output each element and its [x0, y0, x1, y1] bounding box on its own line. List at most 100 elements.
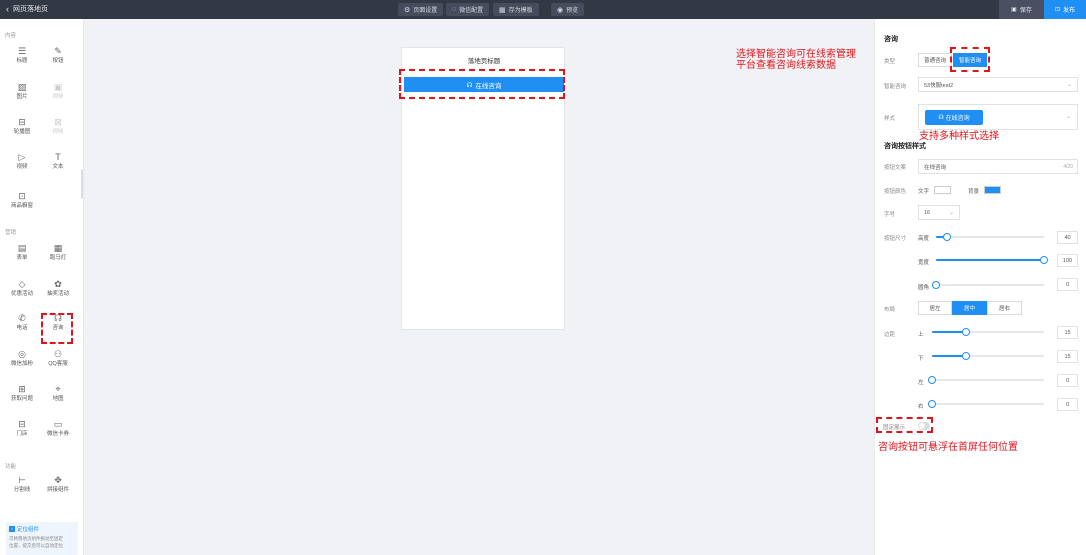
card-icon: ▭	[53, 419, 63, 429]
margin-bottom-slider[interactable]	[932, 352, 1044, 360]
component-item[interactable]: ▨ 图片	[2, 81, 42, 109]
component-item[interactable]: ⊢ 分割线	[2, 474, 42, 502]
divider-icon: ⊢	[18, 475, 26, 485]
slider-knob[interactable]	[932, 281, 940, 289]
margin-top-input[interactable]: 15	[1057, 326, 1078, 339]
publish-button[interactable]: ⊡ 发布	[1044, 0, 1086, 19]
wechat-config-button[interactable]: ◌ 微信配置	[446, 3, 490, 16]
style-label: 样式	[884, 116, 896, 122]
component-item[interactable]: ⌖ 地图	[38, 383, 78, 411]
preview-label: 预览	[566, 8, 579, 14]
align-label: 布局	[884, 307, 896, 313]
slider-knob[interactable]	[928, 400, 936, 408]
save-button[interactable]: ▣ 保存	[999, 0, 1044, 19]
component-item[interactable]: ▤ 表单	[2, 242, 42, 270]
height-input[interactable]: 40	[1057, 231, 1078, 244]
annotation-box-smart-type	[950, 47, 990, 72]
page-settings-button[interactable]: ⚙ 页面设置	[398, 3, 444, 16]
style-select[interactable]: ☊ 在线咨询 ⌄	[918, 104, 1078, 130]
slider-knob[interactable]	[942, 233, 951, 241]
width-label: 宽度	[918, 260, 930, 266]
margin-left-slider[interactable]	[928, 376, 1044, 384]
slider-knob[interactable]	[961, 352, 970, 360]
slider-track	[932, 403, 1044, 405]
component-item[interactable]: ☰ 标题	[2, 45, 42, 73]
button-size-label: 按钮尺寸	[884, 236, 907, 242]
wechat-icon: ◌	[452, 6, 457, 13]
component-item[interactable]: ⊡ 商品橱窗	[2, 190, 42, 218]
radius-input[interactable]: 0	[1057, 278, 1078, 291]
component-item[interactable]: ⚇ QQ客服	[38, 348, 78, 376]
component-item[interactable]: ▷ 视频	[2, 151, 42, 179]
chevron-down-icon: ⌄	[1065, 114, 1071, 120]
component-item[interactable]: ⊞ 获取问题	[2, 383, 42, 411]
text-color-label: 文字	[918, 189, 930, 195]
wechat-fan-icon: ◎	[18, 349, 26, 359]
save-icon: ▣	[1011, 7, 1017, 13]
width-input[interactable]: 100	[1057, 254, 1078, 267]
component-label: 视频	[16, 164, 28, 170]
bg-color-swatch[interactable]	[984, 186, 1001, 194]
component-label: 跑马灯	[49, 255, 67, 261]
component-label: 分割线	[13, 487, 31, 493]
sidebar-scrollbar[interactable]	[81, 169, 83, 199]
component-item[interactable]: ✿ 抽奖活动	[38, 278, 78, 306]
component-label: 按钮	[52, 58, 64, 64]
component-item[interactable]: T 文本	[38, 151, 78, 179]
component-item[interactable]: ⊠ 视频	[38, 116, 78, 144]
smart-consult-label: 智能咨询	[884, 84, 907, 90]
component-item[interactable]: ✆ 电话	[2, 312, 42, 340]
smart-consult-select[interactable]: 53快服test2 ⌄	[918, 77, 1078, 92]
text-color-swatch[interactable]	[934, 186, 951, 194]
position-component-notice: i 定位组件 可将落地页组件拖动至固定 位置，提交后可以自动定位	[6, 522, 78, 555]
chevron-down-icon: ⌄	[948, 210, 954, 216]
component-item[interactable]: ◇ 优惠活动	[2, 278, 42, 306]
section-marketing-title: 营销	[5, 230, 17, 236]
component-sidebar: 内容 营销 功能 ☰ 标题 ✎ 按钮 ▨ 图片 ▣ 视频 ⊟ 轮播图 ⊠ 视频 ▷ 视频 T 文本 ⊡ 商品橱窗 ▤…	[0, 19, 84, 555]
component-item[interactable]: ▦ 跑马灯	[38, 242, 78, 270]
component-label: 电话	[16, 325, 28, 331]
component-item[interactable]: ✎ 按钮	[38, 45, 78, 73]
type-normal-button[interactable]: 普通咨询	[918, 53, 952, 67]
margin-left-input[interactable]: 0	[1057, 374, 1078, 387]
margin-right-input[interactable]: 0	[1057, 398, 1078, 411]
component-item[interactable]: ✥ 拼接组件	[38, 474, 78, 502]
margin-right-label: 右	[918, 404, 924, 410]
notice-body: 可将落地页组件拖动至固定 位置，提交后可以自动定位	[9, 535, 75, 549]
component-item[interactable]: ⊟ 轮播图	[2, 116, 42, 144]
width-slider[interactable]	[936, 256, 1048, 264]
font-size-select[interactable]: 16 ⌄	[918, 205, 960, 220]
puzzle-icon: ✥	[54, 475, 62, 485]
margin-top-slider[interactable]	[932, 328, 1044, 336]
margin-bottom-input[interactable]: 15	[1057, 350, 1078, 363]
margin-right-slider[interactable]	[928, 400, 1044, 408]
slider-knob[interactable]	[961, 328, 970, 336]
component-item[interactable]: ▣ 视频	[38, 81, 78, 109]
store-icon: ⊟	[18, 419, 26, 429]
component-label: 门店	[16, 431, 28, 437]
component-item[interactable]: ◎ 微信加粉	[2, 348, 42, 376]
radius-slider[interactable]	[932, 281, 1044, 289]
align-right-button[interactable]: 居右	[987, 301, 1022, 315]
component-label: 拼接组件	[46, 487, 69, 493]
align-center-button[interactable]: 居中	[952, 301, 987, 315]
slider-knob[interactable]	[1040, 256, 1048, 264]
component-label: QQ客服	[48, 361, 68, 367]
align-left-button[interactable]: 居左	[918, 301, 952, 315]
component-item[interactable]: ⊟ 门店	[2, 418, 42, 446]
component-item[interactable]: ▭ 微信卡券	[38, 418, 78, 446]
margin-top-label: 上	[918, 332, 924, 338]
preview-button[interactable]: ◉ 预览	[551, 3, 585, 16]
back-button[interactable]: ‹ 网页落地页	[6, 4, 48, 14]
radius-label: 圆角	[918, 285, 930, 291]
button-text-input[interactable]: 在线咨询 4/20	[918, 159, 1078, 174]
component-label: 地图	[52, 396, 64, 402]
top-bar: ‹ 网页落地页 ⚙ 页面设置 ◌ 微信配置 ▦ 存为模板 ◉ 预览 ▣ 保存 ⊡…	[0, 0, 1086, 19]
slider-knob[interactable]	[928, 376, 936, 384]
save-template-button[interactable]: ▦ 存为模板	[493, 3, 539, 16]
notice-title: 定位组件	[17, 527, 40, 533]
height-slider[interactable]	[936, 233, 1044, 241]
chevron-left-icon: ‹	[6, 3, 9, 14]
video-icon: ▣	[53, 82, 63, 92]
annotation-float: 咨询按钮可悬浮在首屏任何位置	[878, 442, 1018, 453]
